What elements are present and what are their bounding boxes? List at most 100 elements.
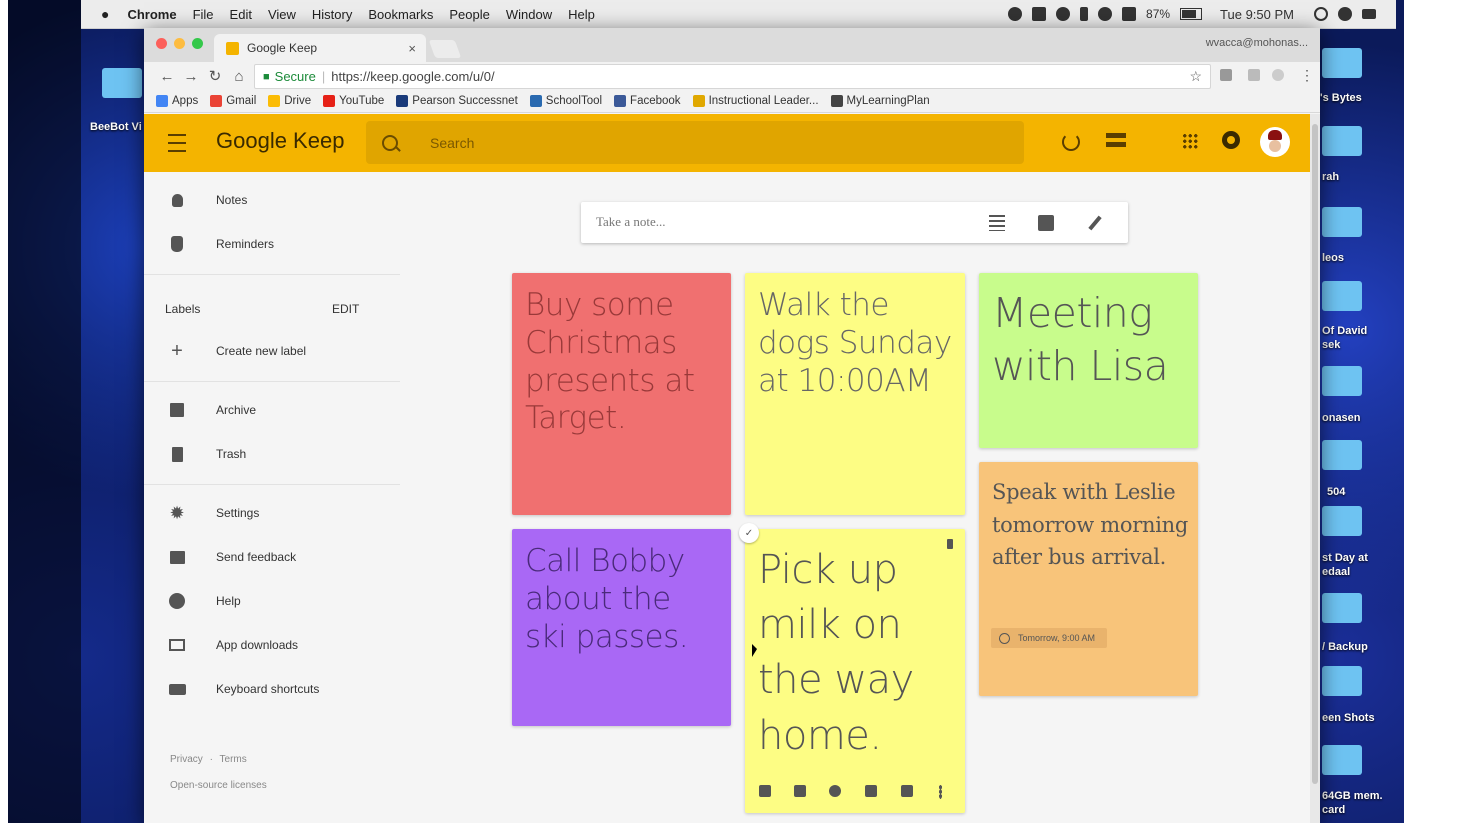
note-card[interactable]: Buy some Christmas presents at Target. <box>512 273 731 515</box>
take-note-input[interactable] <box>594 213 898 231</box>
sidebar-item-app-downloads[interactable]: App downloads <box>144 625 404 665</box>
home-icon[interactable]: ⌂ <box>228 68 250 85</box>
search-icon[interactable] <box>382 134 398 151</box>
sidebar-item-feedback[interactable]: Send feedback <box>144 537 404 577</box>
tab-close-icon[interactable]: × <box>408 41 416 56</box>
menu-help[interactable]: Help <box>568 7 595 22</box>
volume-icon[interactable] <box>1122 7 1137 21</box>
chrome-menu-icon[interactable]: ⋮ <box>1300 67 1314 84</box>
menu-edit[interactable]: Edit <box>230 7 252 22</box>
bookmark-apps[interactable]: Apps <box>156 95 198 107</box>
google-apps-icon[interactable] <box>1182 133 1198 149</box>
spotlight-icon[interactable] <box>1314 7 1328 21</box>
zoom-window-icon[interactable] <box>192 38 203 49</box>
desktop-drive-icon[interactable] <box>1322 745 1362 775</box>
sidebar-item-trash[interactable]: Trash <box>144 434 404 474</box>
menu-file[interactable]: File <box>193 7 214 22</box>
time-machine-icon[interactable] <box>1056 7 1071 21</box>
desktop-folder-icon[interactable] <box>1322 126 1362 156</box>
menu-window[interactable]: Window <box>506 7 552 22</box>
collaborator-icon[interactable] <box>794 785 806 797</box>
sidebar-item-keyboard-shortcuts[interactable]: Keyboard shortcuts <box>144 669 404 709</box>
sidebar-item-notes[interactable]: Notes <box>144 180 404 220</box>
bookmark-star-icon[interactable]: ☆ <box>1189 68 1202 85</box>
sidebar-item-settings[interactable]: ✹ Settings <box>144 493 404 533</box>
extension-icon[interactable] <box>1272 69 1284 81</box>
wifi-icon[interactable] <box>1098 7 1113 21</box>
desktop-folder-icon[interactable] <box>102 68 142 98</box>
desktop-folder-icon[interactable] <box>1322 666 1362 696</box>
color-palette-icon[interactable] <box>829 785 841 797</box>
remind-me-icon[interactable] <box>759 785 771 797</box>
menu-people[interactable]: People <box>449 7 489 22</box>
battery-icon[interactable] <box>1180 8 1203 20</box>
notifications-icon[interactable] <box>1222 131 1240 149</box>
archive-icon[interactable] <box>901 785 913 797</box>
note-card[interactable]: Meeting with Lisa <box>979 273 1198 448</box>
back-icon[interactable]: ← <box>156 68 178 85</box>
add-image-icon[interactable] <box>865 785 877 797</box>
note-card[interactable]: Call Bobby about the ski passes. <box>512 529 731 726</box>
bookmark-gmail[interactable]: Gmail <box>210 95 256 107</box>
sidebar-item-reminders[interactable]: Reminders <box>144 224 404 264</box>
desktop-folder-icon[interactable] <box>1322 593 1362 623</box>
reload-icon[interactable]: ↻ <box>204 67 226 85</box>
privacy-link[interactable]: Privacy <box>170 754 203 765</box>
app-title[interactable]: Google Keep <box>216 128 344 154</box>
desktop-folder-icon[interactable] <box>1322 48 1362 78</box>
desktop-folder-icon[interactable] <box>1322 366 1362 396</box>
menu-bookmarks[interactable]: Bookmarks <box>368 7 433 22</box>
sidebar-item-create-label[interactable]: + Create new label <box>144 331 404 371</box>
desktop-folder-icon[interactable] <box>1322 506 1362 536</box>
bookmark-drive[interactable]: Drive <box>268 95 311 107</box>
airplay-icon[interactable] <box>1032 7 1047 21</box>
new-list-icon[interactable] <box>989 215 1005 231</box>
close-window-icon[interactable] <box>156 38 167 49</box>
bluetooth-icon[interactable] <box>1080 7 1089 21</box>
more-options-icon[interactable] <box>939 785 942 799</box>
url-text[interactable]: https://keep.google.com/u/0/ <box>331 69 494 84</box>
tab-google-keep[interactable]: Google Keep × <box>214 34 426 62</box>
licenses-link[interactable]: Open-source licenses <box>170 780 267 791</box>
list-view-icon[interactable] <box>1106 133 1126 147</box>
bookmark-youtube[interactable]: YouTube <box>323 95 384 107</box>
apple-logo-icon[interactable]: ● <box>101 6 109 22</box>
minimize-window-icon[interactable] <box>174 38 185 49</box>
menubar-clock[interactable]: Tue 9:50 PM <box>1220 7 1294 22</box>
user-status-icon[interactable] <box>1338 7 1352 21</box>
sidebar-item-archive[interactable]: Archive <box>144 390 404 430</box>
refresh-icon[interactable] <box>1062 133 1080 151</box>
extension-icon[interactable] <box>1248 69 1260 81</box>
new-image-note-icon[interactable] <box>1038 215 1054 231</box>
search-input[interactable] <box>428 133 932 152</box>
record-icon[interactable] <box>1008 7 1023 21</box>
note-card[interactable]: Speak with Leslie tomorrow morning after… <box>979 462 1198 696</box>
menu-history[interactable]: History <box>312 7 352 22</box>
sidebar-item-help[interactable]: Help <box>144 581 404 621</box>
search-bar[interactable] <box>366 121 1024 164</box>
page-scrollbar[interactable] <box>1310 114 1320 823</box>
edit-labels-button[interactable]: EDIT <box>332 302 359 316</box>
desktop-folder-icon[interactable] <box>1322 440 1362 470</box>
notification-center-icon[interactable] <box>1362 9 1376 19</box>
avatar[interactable] <box>1260 127 1290 157</box>
bookmark-mylearningplan[interactable]: MyLearningPlan <box>830 95 930 107</box>
address-bar[interactable]: ■ Secure | https://keep.google.com/u/0/ … <box>254 64 1211 89</box>
menu-app-chrome[interactable]: Chrome <box>127 7 176 22</box>
pin-icon[interactable] <box>947 539 953 549</box>
desktop-folder-icon[interactable] <box>1322 281 1362 311</box>
note-card-hovered[interactable]: Pick up milk on the way home. <box>745 529 965 813</box>
bookmark-instructional[interactable]: Instructional Leader... <box>692 95 819 107</box>
new-tab-button[interactable] <box>428 40 462 58</box>
main-menu-icon[interactable] <box>168 134 186 152</box>
profile-name[interactable]: wvacca@mohonas... <box>1206 37 1308 49</box>
bookmark-schooltool[interactable]: SchoolTool <box>529 95 602 107</box>
select-note-checkbox[interactable]: ✓ <box>739 523 759 543</box>
extension-icon[interactable] <box>1220 69 1232 81</box>
bookmark-pearson[interactable]: Pearson Successnet <box>396 95 518 107</box>
forward-icon[interactable]: → <box>180 68 202 85</box>
desktop-folder-icon[interactable] <box>1322 207 1362 237</box>
menu-view[interactable]: View <box>268 7 296 22</box>
terms-link[interactable]: Terms <box>220 754 247 765</box>
take-note-bar[interactable] <box>581 202 1128 243</box>
